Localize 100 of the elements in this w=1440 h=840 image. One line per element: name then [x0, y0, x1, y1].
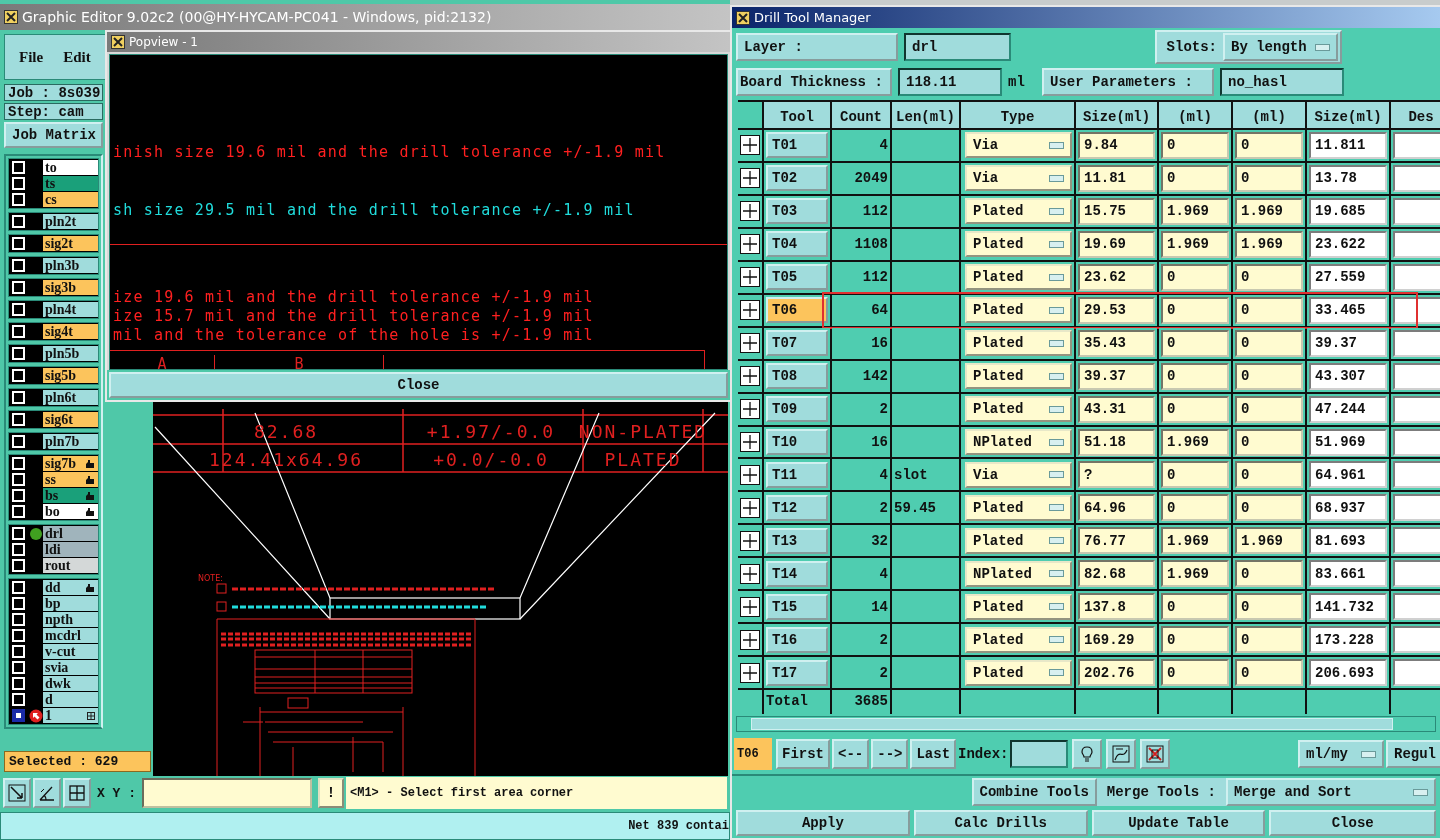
thickness-field[interactable]: 118.11: [898, 68, 1002, 96]
combine-tools-button[interactable]: Combine Tools: [971, 778, 1097, 806]
nav-button[interactable]: Last: [910, 739, 957, 769]
plus-tolerance-field[interactable]: 0: [1161, 362, 1229, 390]
minus-tolerance-field[interactable]: 0: [1235, 131, 1303, 159]
tool-button[interactable]: T03: [766, 198, 828, 225]
layer-item[interactable]: sig6t: [43, 412, 98, 427]
plus-tolerance-field[interactable]: 0: [1161, 395, 1229, 423]
minus-tolerance-field[interactable]: 0: [1235, 461, 1303, 489]
plus-tolerance-field[interactable]: 0: [1161, 461, 1229, 489]
merge-dropdown[interactable]: Merge and Sort: [1226, 778, 1436, 806]
bulb-button[interactable]: [1072, 739, 1103, 769]
drill-size-field[interactable]: 23.622: [1309, 230, 1387, 258]
drill-size-field[interactable]: 206.693: [1309, 659, 1387, 687]
hint-button[interactable]: !: [318, 778, 344, 808]
drill-size-field[interactable]: 27.559: [1309, 263, 1387, 291]
menu-item[interactable]: File: [19, 48, 44, 66]
type-dropdown[interactable]: Via: [965, 165, 1072, 192]
layer-item[interactable]: ts: [43, 176, 98, 191]
tool-button[interactable]: T06: [766, 297, 828, 324]
minus-tolerance-field[interactable]: 0: [1235, 296, 1303, 324]
plus-tolerance-field[interactable]: 1.969: [1161, 230, 1229, 258]
drill-size-field[interactable]: 43.307: [1309, 362, 1387, 390]
minus-tolerance-field[interactable]: 0: [1235, 329, 1303, 357]
finish-size-field[interactable]: 9.84: [1078, 131, 1155, 159]
units-dropdown[interactable]: ml/my: [1298, 740, 1384, 768]
finish-size-field[interactable]: 29.53: [1078, 296, 1155, 324]
zoom-button[interactable]: [3, 778, 31, 808]
type-dropdown[interactable]: Via: [965, 461, 1072, 488]
type-dropdown[interactable]: Plated: [965, 396, 1072, 423]
plus-tolerance-field[interactable]: 0: [1161, 164, 1229, 192]
tool-button[interactable]: T15: [766, 593, 828, 620]
finish-size-field[interactable]: 19.69: [1078, 230, 1155, 258]
menu-item[interactable]: Edit: [63, 48, 91, 66]
drill-size-field[interactable]: 68.937: [1309, 494, 1387, 522]
plus-tolerance-field[interactable]: 0: [1161, 494, 1229, 522]
plus-tolerance-field[interactable]: 1.969: [1161, 560, 1229, 588]
drill-size-field[interactable]: 19.685: [1309, 197, 1387, 225]
layer-item[interactable]: sig2t: [43, 236, 98, 251]
tool-button[interactable]: T08: [766, 363, 828, 390]
minus-tolerance-field[interactable]: 0: [1235, 659, 1303, 687]
minus-tolerance-field[interactable]: 0: [1235, 593, 1303, 621]
drill-size-field[interactable]: 64.961: [1309, 461, 1387, 489]
tool-button[interactable]: T17: [766, 659, 828, 686]
action-button[interactable]: Calc Drills: [913, 810, 1088, 836]
layer-field[interactable]: drl: [904, 33, 1011, 61]
layer-item[interactable]: pln2t: [43, 214, 98, 229]
minus-tolerance-field[interactable]: 0: [1235, 428, 1303, 456]
layer-item[interactable]: bp: [43, 596, 98, 611]
minus-tolerance-field[interactable]: 0: [1235, 164, 1303, 192]
type-dropdown[interactable]: Plated: [965, 527, 1072, 554]
finish-size-field[interactable]: 43.31: [1078, 395, 1155, 423]
finish-size-field[interactable]: 35.43: [1078, 329, 1155, 357]
slots-dropdown[interactable]: By length: [1223, 33, 1338, 61]
plus-tolerance-field[interactable]: 1.969: [1161, 527, 1229, 555]
layer-item[interactable]: sig4t: [43, 324, 98, 339]
layer-item[interactable]: dd: [43, 580, 98, 595]
layer-item[interactable]: v-cut: [43, 644, 98, 659]
action-button[interactable]: Apply: [736, 810, 910, 836]
layer-item[interactable]: rout: [43, 558, 98, 573]
layer-item[interactable]: ldi: [43, 542, 98, 557]
drill-size-field[interactable]: 13.78: [1309, 164, 1387, 192]
layer-item[interactable]: drl: [43, 526, 98, 541]
xy-field[interactable]: [142, 778, 312, 808]
finish-size-field[interactable]: 82.68: [1078, 560, 1155, 588]
layer-item[interactable]: pln6t: [43, 390, 98, 405]
finish-size-field[interactable]: 64.96: [1078, 494, 1155, 522]
drill-size-field[interactable]: 33.465: [1309, 296, 1387, 324]
layer-item[interactable]: sig3b: [43, 280, 98, 295]
tool-button[interactable]: T14: [766, 560, 828, 587]
grid-button[interactable]: [63, 778, 91, 808]
type-dropdown[interactable]: Plated: [965, 264, 1072, 291]
plus-tolerance-field[interactable]: 0: [1161, 263, 1229, 291]
layer-item[interactable]: pln5b: [43, 346, 98, 361]
drill-size-field[interactable]: 51.969: [1309, 428, 1387, 456]
type-dropdown[interactable]: Via: [965, 132, 1072, 159]
type-dropdown[interactable]: Plated: [965, 363, 1072, 390]
job-matrix-button[interactable]: Job Matrix: [4, 122, 103, 148]
minus-tolerance-field[interactable]: 0: [1235, 560, 1303, 588]
minus-tolerance-field[interactable]: 0: [1235, 626, 1303, 654]
finish-size-field[interactable]: 169.29: [1078, 626, 1155, 654]
tool-button[interactable]: T13: [766, 527, 828, 554]
minus-tolerance-field[interactable]: 0: [1235, 263, 1303, 291]
action-button[interactable]: Close: [1269, 810, 1436, 836]
plus-tolerance-field[interactable]: 1.969: [1161, 428, 1229, 456]
finish-size-field[interactable]: 23.62: [1078, 263, 1155, 291]
drill-size-field[interactable]: 11.811: [1309, 131, 1387, 159]
user-parameters-field[interactable]: no_hasl: [1220, 68, 1344, 96]
finish-size-field[interactable]: 11.81: [1078, 164, 1155, 192]
tool-button[interactable]: T10: [766, 429, 828, 455]
angle-button[interactable]: [33, 778, 61, 808]
tool-button[interactable]: T16: [766, 626, 828, 653]
minus-tolerance-field[interactable]: 0: [1235, 395, 1303, 423]
curve-button[interactable]: [1106, 739, 1137, 769]
plus-tolerance-field[interactable]: 0: [1161, 329, 1229, 357]
tool-button[interactable]: T04: [766, 231, 828, 258]
minus-tolerance-field[interactable]: 1.969: [1235, 197, 1303, 225]
type-dropdown[interactable]: Plated: [965, 198, 1072, 225]
tool-button[interactable]: T02: [766, 165, 828, 192]
close-button[interactable]: Close: [109, 372, 728, 398]
